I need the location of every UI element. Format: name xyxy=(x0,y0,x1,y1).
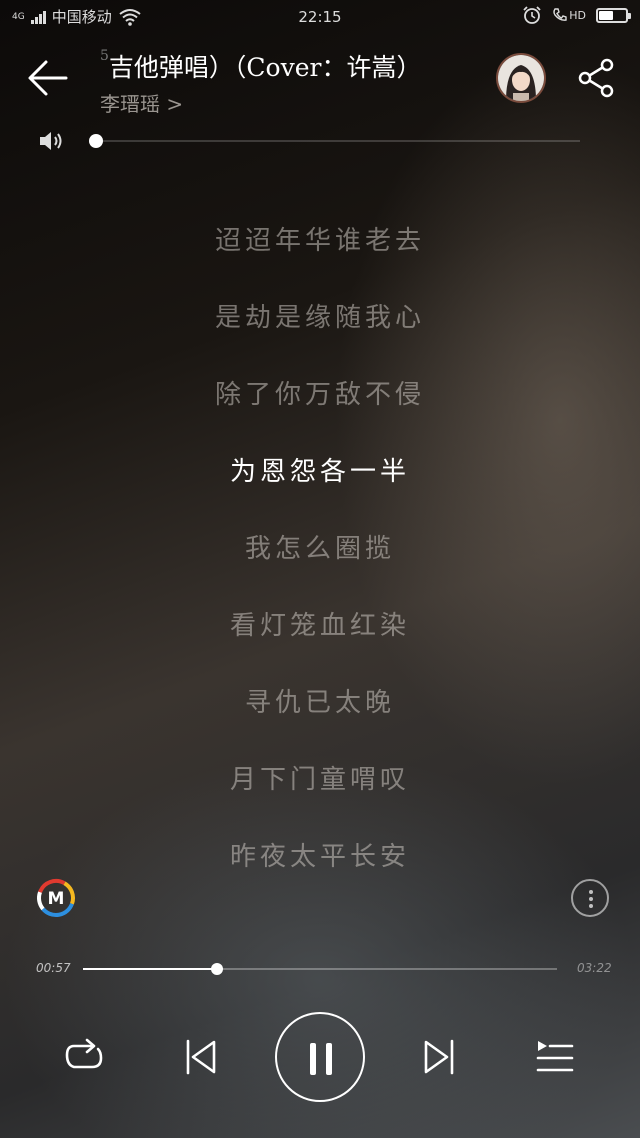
lyric-line-current: 为恩怨各一半 xyxy=(229,457,410,487)
previous-button[interactable] xyxy=(183,1038,219,1076)
skip-previous-icon xyxy=(186,1039,216,1075)
lyric-line: 月下门童喟叹 xyxy=(229,765,410,795)
volume-thumb[interactable] xyxy=(89,134,103,148)
hd-label: HD xyxy=(569,8,586,22)
skip-next-icon xyxy=(424,1039,454,1075)
lyric-line-partial xyxy=(0,148,640,166)
artist-link[interactable]: 李瑨瑶 > xyxy=(100,88,183,117)
total-time: 03:22 xyxy=(577,961,612,975)
status-bar: 4G 中国移动 22:15 HD xyxy=(0,0,640,34)
battery-level xyxy=(599,10,614,20)
title-prefix: 5 xyxy=(100,48,109,64)
logo-letter: M xyxy=(48,889,65,909)
status-right: HD xyxy=(522,5,631,25)
lyric-line: 除了你万敌不侵 xyxy=(214,380,425,410)
title-area: 5吉他弹唱）（Cover：许嵩） 李瑨瑶 > xyxy=(100,48,470,117)
player-header: 5吉他弹唱）（Cover：许嵩） 李瑨瑶 > xyxy=(0,40,640,120)
repeat-button[interactable] xyxy=(62,1038,108,1076)
arrow-left-icon xyxy=(28,60,68,96)
pause-button[interactable] xyxy=(275,1012,365,1102)
share-icon xyxy=(578,58,614,98)
battery-icon xyxy=(596,7,631,23)
lyric-line: 迢迢年华谁老去 xyxy=(214,226,425,256)
lyric-line: 我怎么圈揽 xyxy=(244,534,395,564)
playlist-icon xyxy=(536,1041,574,1072)
progress-slider[interactable] xyxy=(83,963,557,975)
lyric-line: 是劫是缘随我心 xyxy=(214,303,425,333)
share-button[interactable] xyxy=(576,58,618,98)
elapsed-time: 00:57 xyxy=(36,961,71,975)
progress-fill xyxy=(83,968,217,970)
next-button[interactable] xyxy=(421,1038,457,1076)
lyrics-panel[interactable]: 迢迢年华谁老去 是劫是缘随我心 除了你万敌不侵 为恩怨各一半 我怎么圈揽看灯笼血红染 寻仇… xyxy=(0,148,640,928)
lyric-line: 昨夜太平长安 xyxy=(229,842,410,872)
playlist-button[interactable] xyxy=(535,1038,575,1076)
lyric-line: 寻仇已太晚 xyxy=(244,688,395,718)
title-text: 吉他弹唱）（Cover：许嵩） xyxy=(108,53,422,82)
alarm-icon xyxy=(523,6,541,24)
music-app-logo-icon[interactable]: M xyxy=(34,876,78,920)
volte-call-icon: HD xyxy=(552,7,586,23)
back-button[interactable] xyxy=(22,56,72,100)
repeat-icon xyxy=(65,1038,103,1069)
avatar-image xyxy=(498,55,544,101)
song-title: 5吉他弹唱）（Cover：许嵩） xyxy=(100,48,470,84)
playback-controls xyxy=(0,1012,640,1104)
lyric-line: 看灯笼血红染 xyxy=(229,611,410,641)
avatar[interactable] xyxy=(496,53,546,103)
progress-row: 00:57 03:22 xyxy=(0,956,640,982)
volume-slider[interactable] xyxy=(89,134,580,148)
progress-thumb[interactable] xyxy=(210,963,223,975)
more-button[interactable] xyxy=(571,879,609,917)
